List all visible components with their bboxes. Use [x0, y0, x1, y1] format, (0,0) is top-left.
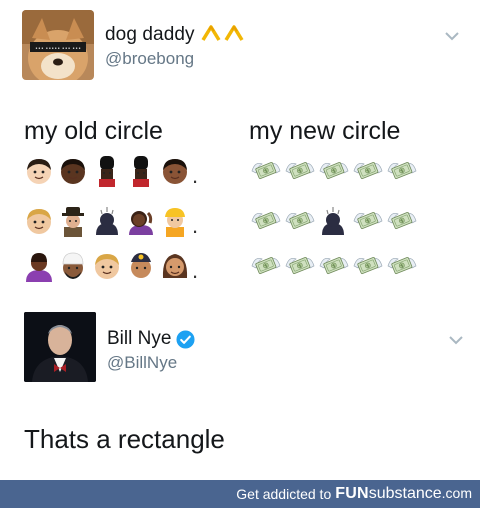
money-wings-emoji-icon: $: [352, 205, 384, 237]
money-wings-emoji-icon: $: [352, 250, 384, 282]
dark-person-sparkles-emoji-icon: [92, 205, 122, 237]
money-wings-emoji-icon: $: [284, 205, 316, 237]
footer-brand-fun: FUN: [335, 485, 369, 502]
display-name[interactable]: dog daddy: [105, 24, 247, 46]
face-light-blond-emoji-icon: [92, 250, 122, 282]
period-mark: .: [192, 213, 199, 238]
detective-emoji-icon: [58, 205, 88, 237]
verified-badge-icon: [176, 329, 195, 349]
footer-domain-suffix: .com: [441, 485, 472, 501]
face-dark-emoji-icon: [58, 155, 88, 187]
man-beret-emoji-icon: [126, 250, 156, 282]
chevron-down-icon[interactable]: [444, 28, 460, 44]
footer-brand[interactable]: FUNsubstance.com: [335, 485, 472, 503]
site-footer: Get addicted to FUNsubstance.com: [0, 480, 480, 508]
period-mark: .: [192, 258, 199, 283]
new-circle-heading: my new circle: [249, 117, 401, 145]
reply-display-name[interactable]: Bill Nye: [107, 328, 195, 350]
money-wings-emoji-icon: $: [318, 155, 350, 187]
reply-handle[interactable]: @BillNye: [107, 353, 195, 373]
face-light-blond-emoji-icon: [24, 205, 54, 237]
dark-person-sparkles-emoji-icon: [318, 205, 350, 237]
construction-worker-emoji-icon: [160, 205, 190, 237]
money-wings-emoji-icon: $: [386, 250, 418, 282]
old-circle-heading: my old circle: [24, 117, 163, 145]
woman-brown-emoji-icon: [160, 250, 190, 282]
footer-brand-substance: substance: [368, 485, 442, 502]
money-wings-emoji-icon: $: [318, 250, 350, 282]
period-mark: .: [192, 163, 199, 188]
money-wings-emoji-icon: $: [250, 155, 282, 187]
svg-text:••• ••••• ••• •••: ••• ••••• ••• •••: [35, 46, 81, 52]
money-wings-emoji-icon: $: [284, 155, 316, 187]
face-brown-emoji-icon: [160, 155, 190, 187]
guard-dark-emoji-icon: [126, 155, 156, 187]
woman-hand-purple-emoji-icon: [126, 205, 156, 237]
reply-tweet-header: Bill Nye @BillNye: [24, 312, 464, 382]
dog-avatar[interactable]: ••• ••••• ••• •••: [22, 10, 94, 80]
woman-purple-emoji-icon: [24, 250, 54, 282]
bill-nye-avatar[interactable]: [24, 312, 96, 382]
reply-display-name-text: Bill Nye: [107, 328, 172, 349]
emoji-row: . $ $ $: [24, 155, 464, 191]
tweet-header: ••• ••••• ••• ••• dog daddy @broebong: [22, 10, 462, 82]
money-wings-emoji-icon: $: [284, 250, 316, 282]
handle[interactable]: @broebong: [105, 49, 247, 69]
face-light-emoji-icon: [24, 155, 54, 187]
chevron-down-icon[interactable]: [448, 332, 464, 348]
emoji-row: . $ $ $: [24, 205, 464, 241]
reply-text: Thats a rectangle: [24, 424, 225, 454]
money-wings-emoji-icon: $: [352, 155, 384, 187]
footer-prefix: Get addicted to: [236, 486, 332, 502]
man-turban-emoji-icon: [58, 250, 88, 282]
money-wings-emoji-icon: $: [386, 205, 418, 237]
guard-dark-emoji-icon: [92, 155, 122, 187]
name-decoration: [201, 24, 247, 45]
display-name-text: dog daddy: [105, 24, 195, 45]
emoji-row: . $ $ $: [24, 250, 464, 286]
money-wings-emoji-icon: $: [386, 155, 418, 187]
money-wings-emoji-icon: $: [250, 205, 282, 237]
money-wings-emoji-icon: $: [250, 250, 282, 282]
